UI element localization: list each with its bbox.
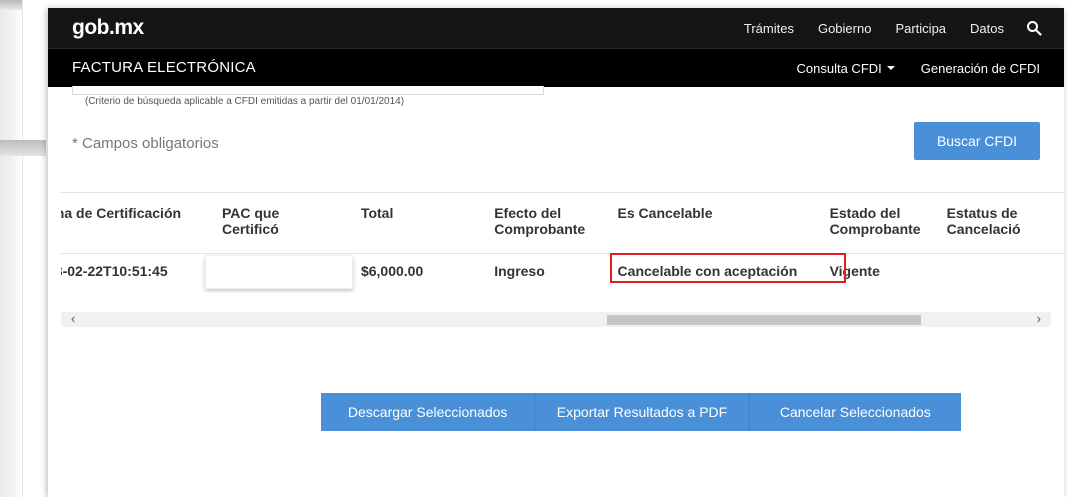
nav-participa[interactable]: Participa: [895, 21, 946, 36]
required-fields-note: * Campos obligatorios: [72, 135, 219, 152]
gobmx-logo[interactable]: gob.mx: [72, 16, 144, 40]
cell-estatus: [946, 252, 1064, 289]
export-pdf-button[interactable]: Exportar Resultados a PDF: [535, 393, 750, 431]
nav-gobierno[interactable]: Gobierno: [818, 21, 871, 36]
results-table: cha de Certificación PAC que Certificó T…: [61, 193, 1064, 289]
criteria-note: (Criterio de búsqueda aplicable a CFDI e…: [85, 96, 405, 107]
top-nav: Trámites Gobierno Participa Datos: [720, 8, 1064, 48]
col-header-fecha-label: cha de Certificación: [61, 205, 182, 221]
table-row[interactable]: 18-02-22T10:51:45 $6,000.00 Ingreso Canc…: [61, 252, 1064, 289]
menu-generacion-cfdi-label: Generación de CFDI: [920, 60, 1040, 76]
table-header-row: cha de Certificación PAC que Certificó T…: [61, 193, 1064, 253]
col-header-cancelable: Es Cancelable: [617, 205, 713, 221]
col-header-pac-label: PAC que Certificó: [221, 205, 280, 237]
cell-total: $6,000.00: [360, 252, 495, 289]
menu-consulta-cfdi-label: Consulta CFDI: [796, 60, 882, 76]
scroll-left-arrow-icon[interactable]: ‹: [71, 311, 75, 326]
scrollbar-thumb[interactable]: [607, 315, 921, 325]
sub-navbar: FACTURA ELECTRÓNICA Consulta CFDI Genera…: [48, 48, 1064, 87]
menu-consulta-cfdi[interactable]: Consulta CFDI: [797, 61, 895, 76]
horizontal-scrollbar[interactable]: ‹ ›: [61, 311, 1051, 327]
search-cfdi-button[interactable]: Buscar CFDI: [914, 122, 1040, 160]
background-window-tab: [0, 140, 46, 156]
col-header-estado: Estado del Comprobante: [830, 193, 947, 253]
col-header-efecto: Efecto del Comprobante: [494, 193, 617, 253]
search-field-bottom-edge[interactable]: [72, 86, 544, 95]
menu-generacion-cfdi[interactable]: Generación de CFDI: [921, 61, 1040, 76]
top-navbar: gob.mx Trámites Gobierno Participa Datos: [48, 8, 1064, 48]
cell-pac: [204, 252, 361, 289]
section-title[interactable]: FACTURA ELECTRÓNICA: [72, 59, 256, 76]
nav-tramites[interactable]: Trámites: [744, 21, 794, 36]
cell-estado: Vigente: [829, 252, 947, 289]
background-window-edge: [0, 0, 46, 497]
caret-down-icon: [886, 66, 895, 70]
col-header-estado-label: Estado del Comprobante: [829, 205, 921, 237]
col-header-fecha: cha de Certificación: [61, 193, 222, 253]
cancel-selected-button[interactable]: Cancelar Seleccionados: [750, 393, 961, 431]
cell-pac-value: [204, 254, 353, 289]
background-window-corner: [0, 0, 22, 10]
search-icon[interactable]: [1026, 20, 1042, 36]
sub-nav: Consulta CFDI Generación de CFDI: [771, 49, 1040, 87]
col-header-estatus: Estatus de Cancelació: [947, 193, 1064, 253]
results-table-container: cha de Certificación PAC que Certificó T…: [61, 192, 1064, 293]
col-header-pac: PAC que Certificó: [222, 193, 361, 253]
cell-fecha-value: 18-02-22T10:51:45: [61, 262, 168, 279]
download-selected-button[interactable]: Descargar Seleccionados: [321, 393, 536, 431]
browser-window: gob.mx Trámites Gobierno Participa Datos…: [48, 8, 1064, 497]
col-header-total: Total: [360, 205, 394, 221]
action-button-group: Descargar Seleccionados Exportar Resulta…: [321, 393, 961, 431]
col-header-efecto-label: Efecto del Comprobante: [494, 205, 586, 237]
scroll-right-arrow-icon[interactable]: ›: [1037, 311, 1041, 326]
highlight-annotation: [610, 253, 846, 283]
col-header-estatus-label: Estatus de Cancelació: [946, 205, 1021, 237]
cell-fecha: 18-02-22T10:51:45: [61, 252, 222, 289]
cell-efecto: Ingreso: [494, 252, 618, 289]
nav-datos[interactable]: Datos: [970, 21, 1004, 36]
